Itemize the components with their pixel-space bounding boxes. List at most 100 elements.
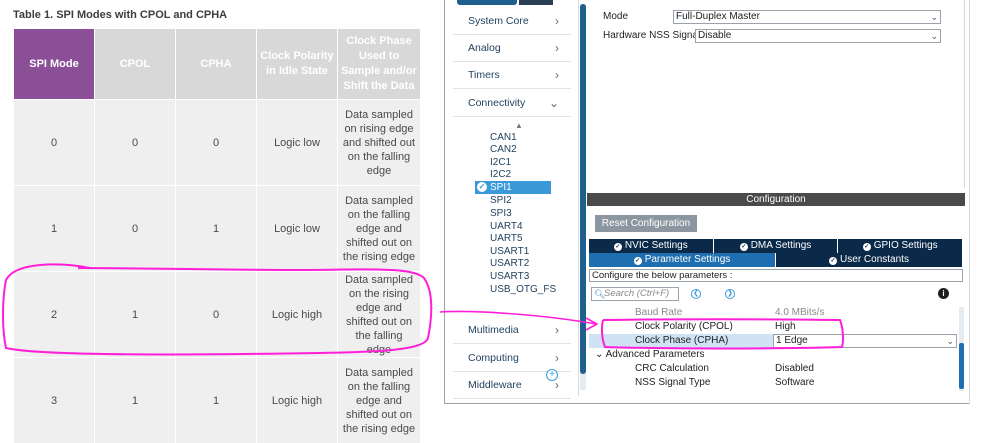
mode-select[interactable]: Full-Duplex Master ⌄ <box>673 10 941 24</box>
param-nss-signal-type[interactable]: NSS Signal Type Software <box>589 376 957 390</box>
config-scrollbar[interactable] <box>959 307 964 391</box>
zoom-in-icon[interactable]: + <box>546 369 558 381</box>
table-title: Table 1. SPI Modes with CPOL and CPHA <box>13 9 228 21</box>
param-name: Clock Polarity (CPOL) <box>635 321 733 332</box>
param-clock-polarity[interactable]: Clock Polarity (CPOL) High <box>589 320 957 334</box>
header-clock-phase: Clock Phase Used to Sample and/or Shift … <box>337 28 421 100</box>
category-label: Connectivity <box>468 97 526 109</box>
tab-parameter-settings[interactable]: ✓ Parameter Settings <box>589 253 776 267</box>
category-timers[interactable]: Timers › <box>453 62 571 89</box>
chevron-right-icon: › <box>555 14 559 28</box>
sidebar-item-label: SPI1 <box>490 182 512 193</box>
tab-nvic-settings[interactable]: ✓ NVIC Settings <box>589 239 714 253</box>
chevron-down-icon: ⌄ <box>548 96 559 110</box>
header-cpol: CPOL <box>94 28 176 100</box>
cell-idle: Logic low <box>256 185 338 272</box>
cell-cpha: 0 <box>175 271 257 358</box>
table-row: 1 0 1 Logic low Data sampled on the fall… <box>13 185 421 272</box>
categories-tab[interactable] <box>457 0 517 5</box>
header-spi-mode: SPI Mode <box>13 28 95 100</box>
sidebar-item-usart3[interactable]: USART3 <box>487 270 567 283</box>
category-computing[interactable]: Computing › <box>453 345 571 372</box>
check-icon: ✓ <box>613 243 622 251</box>
reset-configuration-button[interactable]: Reset Configuration <box>595 215 697 232</box>
cell-mode: 3 <box>13 357 95 443</box>
categories-scrollbar[interactable] <box>580 4 586 390</box>
sidebar-item-spi1[interactable]: ✓ SPI1 <box>475 181 551 194</box>
category-multimedia[interactable]: Multimedia › <box>453 317 571 344</box>
sidebar-item-spi2[interactable]: SPI2 <box>487 194 567 207</box>
category-system-core[interactable]: System Core › <box>453 8 571 35</box>
cell-cpha: 1 <box>175 357 257 443</box>
sidebar-item-can2[interactable]: CAN2 <box>487 143 567 156</box>
tab-label: User Constants <box>840 254 909 265</box>
a-z-tab[interactable] <box>519 0 553 5</box>
info-icon[interactable]: i <box>938 288 949 299</box>
check-icon: ✓ <box>477 182 487 192</box>
check-icon: ✓ <box>862 243 871 251</box>
cell-idle: Logic low <box>256 99 338 186</box>
nss-label: Hardware NSS Signal <box>603 30 701 41</box>
cell-phase: Data sampled on the falling edge and shi… <box>337 185 421 272</box>
param-name: CRC Calculation <box>635 363 709 374</box>
search-input[interactable]: 🔍︎ Search (Ctrl+F) <box>591 287 679 301</box>
sidebar-item-usart2[interactable]: USART2 <box>487 257 567 270</box>
header-cpha: CPHA <box>175 28 257 100</box>
search-icon: 🔍︎ <box>594 289 606 299</box>
tab-gpio-settings[interactable]: ✓ GPIO Settings <box>838 239 964 253</box>
scrollbar-thumb[interactable] <box>959 343 964 389</box>
search-placeholder: Search (Ctrl+F) <box>604 288 670 299</box>
sidebar-item-uart5[interactable]: UART5 <box>487 232 567 245</box>
tab-dma-settings[interactable]: ✓ DMA Settings <box>713 239 839 253</box>
tab-user-constants[interactable]: ✓ User Constants <box>776 253 963 267</box>
mode-value: Full-Duplex Master <box>676 11 760 22</box>
sidebar-item-spi3[interactable]: SPI3 <box>487 207 567 220</box>
sidebar-item-i2c2[interactable]: I2C2 <box>487 168 567 181</box>
chevron-right-icon: › <box>555 351 559 365</box>
param-group-name: ⌄ Advanced Parameters <box>595 348 705 362</box>
chevron-down-icon: ⌄ <box>946 336 954 346</box>
cell-cpol: 0 <box>94 99 176 186</box>
mode-area: Mode Full-Duplex Master ⌄ Hardware NSS S… <box>589 0 965 188</box>
tab-label: NVIC Settings <box>624 240 688 251</box>
category-connectivity[interactable]: Connectivity ⌄ <box>453 90 571 117</box>
scrollbar-thumb[interactable] <box>580 4 586 374</box>
cell-idle: Logic high <box>256 357 338 443</box>
clock-phase-select[interactable]: 1 Edge ⌄ <box>773 334 957 348</box>
param-crc-calculation[interactable]: CRC Calculation Disabled <box>589 362 957 376</box>
categories-panel: System Core › Analog › Timers › Connecti… <box>453 0 586 399</box>
tabs-row-2: ✓ Parameter Settings ✓ User Constants <box>589 253 963 267</box>
table-header-row: SPI Mode CPOL CPHA Clock Polarity in Idl… <box>13 28 421 100</box>
param-group-advanced[interactable]: ⌄ Advanced Parameters <box>589 348 957 362</box>
tabs-row-1: ✓ NVIC Settings ✓ DMA Settings ✓ GPIO Setti… <box>589 239 964 253</box>
nss-select[interactable]: Disable ⌄ <box>695 29 941 43</box>
cell-idle: Logic high <box>256 271 338 358</box>
param-value: Software <box>775 377 815 388</box>
param-value: 4.0 MBits/s <box>775 307 825 318</box>
spi-modes-table: SPI Mode CPOL CPHA Clock Polarity in Idl… <box>13 28 421 443</box>
next-icon[interactable]: ❯ <box>725 289 735 299</box>
param-value: 1 Edge <box>776 335 808 346</box>
param-baud-rate[interactable]: Baud Rate 4.0 MBits/s <box>589 306 957 320</box>
category-label: Multimedia <box>468 324 519 336</box>
param-name: Baud Rate <box>635 307 683 318</box>
cell-mode: 0 <box>13 99 95 186</box>
header-clock-polarity: Clock Polarity in Idle State <box>256 28 338 100</box>
table-row: 2 1 0 Logic high Data sampled on the ris… <box>13 271 421 358</box>
cubemx-window: System Core › Analog › Timers › Connecti… <box>444 0 998 404</box>
param-clock-phase[interactable]: Clock Phase (CPHA) 1 Edge ⌄ <box>589 334 957 348</box>
category-label: Computing <box>468 352 519 364</box>
configuration-header: Configuration <box>587 193 965 206</box>
category-label: System Core <box>468 15 529 27</box>
param-value: Disabled <box>775 363 814 374</box>
table-row: 3 1 1 Logic high Data sampled on the fal… <box>13 357 421 443</box>
scroll-up-icon[interactable]: ▲ <box>515 121 523 130</box>
param-name: Clock Phase (CPHA) <box>635 335 729 346</box>
previous-icon[interactable]: ❮ <box>691 289 701 299</box>
configuration-panel: Configuration Reset Configuration ✓ NVIC … <box>587 193 965 395</box>
sidebar-item-usb-otg-fs[interactable]: USB_OTG_FS <box>487 283 567 296</box>
cell-phase: Data sampled on the falling edge and shi… <box>337 357 421 443</box>
chevron-right-icon: › <box>555 68 559 82</box>
cell-cpha: 0 <box>175 99 257 186</box>
category-analog[interactable]: Analog › <box>453 35 571 62</box>
